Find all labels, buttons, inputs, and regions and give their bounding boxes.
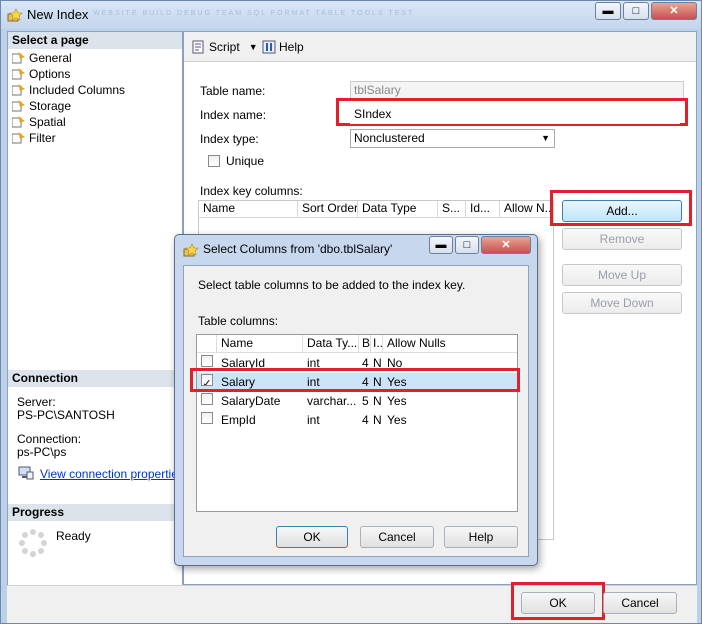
view-connection-properties-link[interactable]: View connection properties	[40, 467, 184, 481]
minimize-icon: ▬	[435, 239, 447, 251]
key-columns-header: Name Sort Order Data Type S... Id... All…	[199, 201, 553, 218]
ok-button[interactable]: OK	[521, 592, 595, 614]
table-row[interactable]: SalaryDate varchar... 5 N Yes	[197, 392, 517, 411]
left-pane: Select a page General Options Included C…	[7, 31, 184, 615]
unique-label: Unique	[226, 154, 265, 168]
script-icon	[192, 40, 204, 54]
server-value: PS-PC\SANTOSH	[17, 408, 115, 422]
dialog-app-icon	[183, 243, 199, 257]
page-icon	[11, 132, 26, 144]
index-name-label: Index name:	[200, 108, 267, 122]
row-checkbox[interactable]	[201, 393, 213, 405]
minimize-button[interactable]: ▬	[595, 2, 621, 20]
progress-header: Progress	[8, 504, 182, 521]
select-page-header: Select a page	[8, 32, 182, 49]
close-icon: ✕	[669, 5, 679, 17]
row-checkbox[interactable]	[201, 412, 213, 424]
dialog-maximize-button[interactable]: □	[455, 236, 479, 254]
page-icon	[11, 52, 26, 64]
page-item-filter[interactable]: Filter	[11, 130, 56, 146]
progress-status: Ready	[56, 529, 91, 543]
dialog-cancel-button[interactable]: Cancel	[360, 526, 434, 548]
move-down-button[interactable]: Move Down	[562, 292, 682, 314]
page-icon	[11, 116, 26, 128]
add-button[interactable]: Add...	[562, 200, 682, 222]
select-columns-dialog: Select Columns from 'dbo.tblSalary' ▬ □ …	[174, 234, 538, 566]
dialog-body: Select table columns to be added to the …	[183, 265, 529, 557]
cancel-button[interactable]: Cancel	[603, 592, 677, 614]
table-columns-grid[interactable]: Name Data Ty... B I... Allow Nulls Salar…	[196, 334, 518, 512]
maximize-icon: □	[463, 239, 471, 251]
dialog-ok-button[interactable]: OK	[276, 526, 348, 548]
row-checkbox[interactable]	[201, 355, 213, 367]
move-up-button[interactable]: Move Up	[562, 264, 682, 286]
index-app-icon	[7, 8, 23, 22]
table-row[interactable]: EmpId int 4 N Yes	[197, 411, 517, 430]
connection-label: Connection:	[17, 432, 82, 446]
maximize-button[interactable]: □	[623, 2, 649, 20]
page-icon	[11, 68, 26, 80]
page-item-storage[interactable]: Storage	[11, 98, 71, 114]
close-icon: ✕	[501, 239, 511, 251]
remove-button[interactable]: Remove	[562, 228, 682, 250]
page-item-general[interactable]: General	[11, 50, 72, 66]
script-button[interactable]: Script ▼	[192, 40, 258, 54]
progress-spinner-icon	[18, 528, 48, 558]
page-item-included-columns[interactable]: Included Columns	[11, 82, 125, 98]
window-title: New Index	[27, 7, 89, 22]
table-name-label: Table name:	[200, 84, 266, 98]
maximize-icon: □	[632, 5, 640, 17]
index-type-label: Index type:	[200, 132, 259, 146]
page-icon	[11, 84, 26, 96]
connection-header: Connection	[8, 370, 182, 387]
chevron-down-icon: ▼	[541, 133, 550, 143]
connection-value: ps-PC\ps	[17, 445, 67, 459]
dialog-title: Select Columns from 'dbo.tblSalary'	[203, 242, 393, 256]
server-label: Server:	[17, 395, 56, 409]
bottom-button-bar: OK Cancel	[7, 582, 697, 623]
dialog-close-button[interactable]: ✕	[481, 236, 531, 254]
table-columns-header: Name Data Ty... B I... Allow Nulls	[197, 335, 517, 353]
table-columns-label: Table columns:	[198, 314, 279, 328]
title-bar[interactable]: New Index WEBSITE BUILD DEBUG TEAM SQL F…	[1, 1, 701, 29]
help-icon	[262, 40, 276, 54]
dialog-minimize-button[interactable]: ▬	[429, 236, 453, 254]
chevron-down-icon[interactable]: ▼	[249, 42, 258, 52]
index-type-select[interactable]: Nonclustered ▼	[350, 129, 555, 148]
help-button[interactable]: Help	[262, 40, 304, 54]
unique-checkbox[interactable]	[208, 155, 220, 167]
dialog-instruction: Select table columns to be added to the …	[198, 278, 466, 292]
page-icon	[11, 100, 26, 112]
dialog-help-button[interactable]: Help	[444, 526, 518, 548]
background-menu-ghost: WEBSITE BUILD DEBUG TEAM SQL FORMAT TABL…	[93, 10, 415, 17]
index-key-columns-label: Index key columns:	[200, 184, 303, 198]
connection-properties-icon	[18, 466, 34, 480]
unique-checkbox-row[interactable]: Unique	[208, 154, 264, 168]
close-button[interactable]: ✕	[651, 2, 697, 20]
salary-row-highlight	[190, 368, 520, 392]
page-item-spatial[interactable]: Spatial	[11, 114, 66, 130]
index-name-input[interactable]: SIndex	[350, 105, 680, 124]
toolbar: Script ▼ Help	[184, 32, 696, 62]
minimize-icon: ▬	[602, 5, 614, 17]
page-item-options[interactable]: Options	[11, 66, 70, 82]
